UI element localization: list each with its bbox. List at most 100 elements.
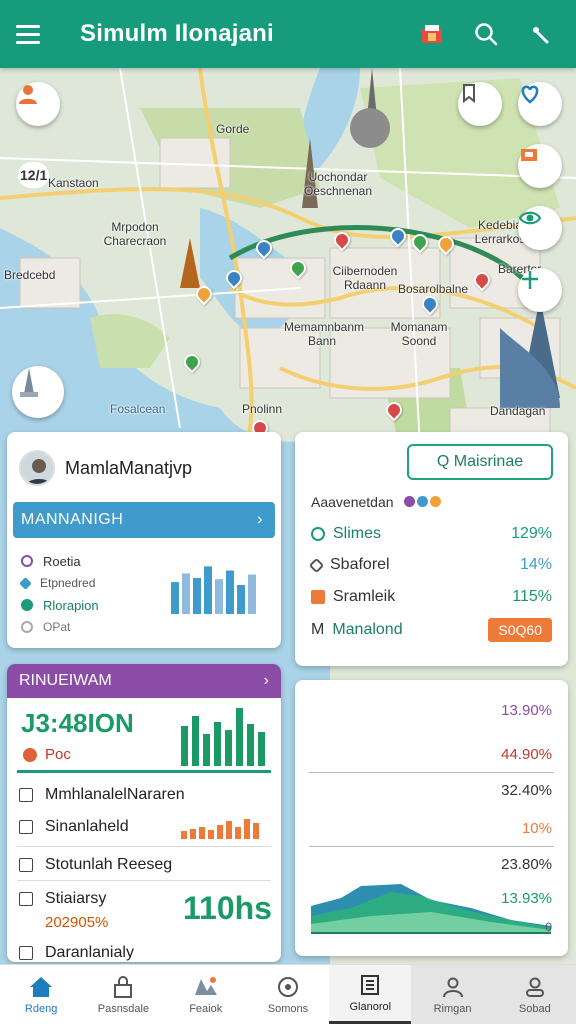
stat-row[interactable]: Slimes 129% xyxy=(311,522,552,546)
map-icon xyxy=(194,976,217,995)
info-icon xyxy=(277,976,298,997)
list-item-label: Etpnedred xyxy=(40,576,96,590)
divider xyxy=(17,880,271,881)
list-item-label: Roetia xyxy=(43,553,81,569)
value-text: 32.40% xyxy=(501,782,552,799)
list-item-label: Sinanlaheld xyxy=(45,818,129,835)
flag-icon[interactable] xyxy=(412,14,452,54)
stat-row[interactable]: Sbaforel 14% xyxy=(308,553,552,577)
profile-bar xyxy=(248,574,256,614)
map-label: Gorde xyxy=(216,122,250,136)
list-item[interactable]: Roetia xyxy=(21,550,99,572)
profile-bar xyxy=(204,566,212,614)
map-label: 12/1 xyxy=(18,162,50,188)
map-style-button[interactable] xyxy=(458,82,502,126)
nav-lock[interactable]: Pasnsdale xyxy=(82,965,164,1024)
avatar[interactable] xyxy=(19,450,55,486)
view-button[interactable] xyxy=(518,206,562,250)
user-icon xyxy=(442,977,463,997)
activity-header-title: RINUEIWAM xyxy=(19,672,112,689)
tools-icon[interactable] xyxy=(520,14,560,54)
stat-row[interactable]: M Manalond S0Q60 xyxy=(311,618,552,642)
list-icon xyxy=(361,975,380,995)
map-label: Ciibernoden Rdaann xyxy=(332,264,398,292)
doc-row[interactable]: Poc xyxy=(23,746,71,763)
divider xyxy=(17,770,271,773)
circle-icon xyxy=(21,555,33,567)
nav-info[interactable]: Somons xyxy=(247,965,329,1024)
stat-value: 129% xyxy=(511,525,552,542)
stats-subtitle: Aaavenetdan xyxy=(311,494,394,510)
nav-profile[interactable]: Rimgan xyxy=(411,965,494,1024)
app-title: Simulm Ilonajani xyxy=(80,20,274,47)
stat-label: Manalond xyxy=(332,621,403,638)
stat-prefix: M xyxy=(311,621,325,638)
list-item[interactable]: Sinanlaheld xyxy=(19,814,269,840)
favorite-button[interactable] xyxy=(518,82,562,126)
menu-icon[interactable] xyxy=(16,17,50,51)
divider xyxy=(309,772,554,773)
lock-icon xyxy=(114,975,133,998)
value-text: 13.90% xyxy=(501,702,552,719)
stat-badge: S0Q60 xyxy=(488,618,552,642)
compass-button[interactable] xyxy=(518,268,562,312)
diamond-icon xyxy=(308,557,325,573)
list-item-label: Daranlanialy xyxy=(45,944,134,961)
nav-settings[interactable]: Sobad xyxy=(493,965,576,1024)
map-label: Pnolinn xyxy=(242,402,283,416)
color-dots xyxy=(402,494,441,510)
stat-label: Slimes xyxy=(333,525,382,542)
plus-icon xyxy=(522,271,538,289)
circle-icon xyxy=(21,621,33,633)
list-item[interactable]: Daranlanialy xyxy=(19,940,269,962)
list-item[interactable]: Etpnedred xyxy=(19,572,99,594)
landmark-button[interactable] xyxy=(12,366,64,418)
profile-name: MamlaManatjvp xyxy=(65,457,193,478)
tag-icon xyxy=(463,84,475,104)
map-label: Dandagan xyxy=(490,404,546,418)
nav-label: Sobad xyxy=(518,1002,551,1015)
list-item-label: Stiaiarsy xyxy=(45,890,107,907)
activity-header[interactable]: RINUEIWAM › xyxy=(7,664,281,698)
user-location-button[interactable] xyxy=(16,82,60,126)
list-item[interactable]: Stotunlah Reeseg xyxy=(19,852,269,878)
filter-button[interactable]: Q Maisrinae xyxy=(407,444,553,480)
heart-icon xyxy=(521,85,539,104)
profile-bar xyxy=(182,573,190,614)
checkbox-icon xyxy=(19,820,33,834)
layers-icon xyxy=(521,149,537,161)
list-item-label: Stotunlah Reeseg xyxy=(45,856,173,873)
account-icon xyxy=(525,977,544,997)
tower-icon xyxy=(20,368,38,397)
list-item[interactable]: MmhlanalelNararen xyxy=(19,782,269,808)
nav-home[interactable]: Rdeng xyxy=(0,965,82,1024)
profile-bar-chart xyxy=(171,566,256,614)
nav-label: Feaiok xyxy=(189,1002,223,1015)
search-icon[interactable] xyxy=(466,14,506,54)
profile-bar xyxy=(237,585,245,614)
layers-button[interactable] xyxy=(518,144,562,188)
stats-card: Q Maisrinae Aaavenetdan Slimes 129% Sbaf… xyxy=(295,432,568,666)
chevron-right-icon: › xyxy=(263,672,269,689)
nav-label: Glanorol xyxy=(349,1001,392,1013)
value-text: 10% xyxy=(521,820,552,837)
stat-label: Sramleik xyxy=(333,588,396,605)
list-item[interactable]: OPat xyxy=(21,616,99,638)
nav-label: Rimgan xyxy=(433,1002,472,1015)
app-bar: Simulm Ilonajani xyxy=(0,0,576,68)
gift-icon xyxy=(311,590,325,604)
profile-bar xyxy=(226,570,234,614)
check-icon xyxy=(21,599,33,611)
stat-label: Sbaforel xyxy=(330,556,390,573)
home-icon xyxy=(30,976,53,997)
map-label: Bredcebd xyxy=(4,268,56,282)
nav-list[interactable]: Glanorol xyxy=(329,965,412,1024)
map-label: Mrpodon Charecraon xyxy=(103,220,167,248)
nav-label: Rdeng xyxy=(24,1002,58,1015)
nav-map[interactable]: Feaiok xyxy=(165,965,247,1024)
divider xyxy=(17,846,271,847)
stat-row[interactable]: Sramleik 115% xyxy=(311,585,552,609)
profile-section-bar[interactable]: MANNANIGH › xyxy=(13,502,275,538)
list-item[interactable]: Rlorapion xyxy=(21,594,99,616)
map-label: Fosalcean xyxy=(110,402,166,416)
